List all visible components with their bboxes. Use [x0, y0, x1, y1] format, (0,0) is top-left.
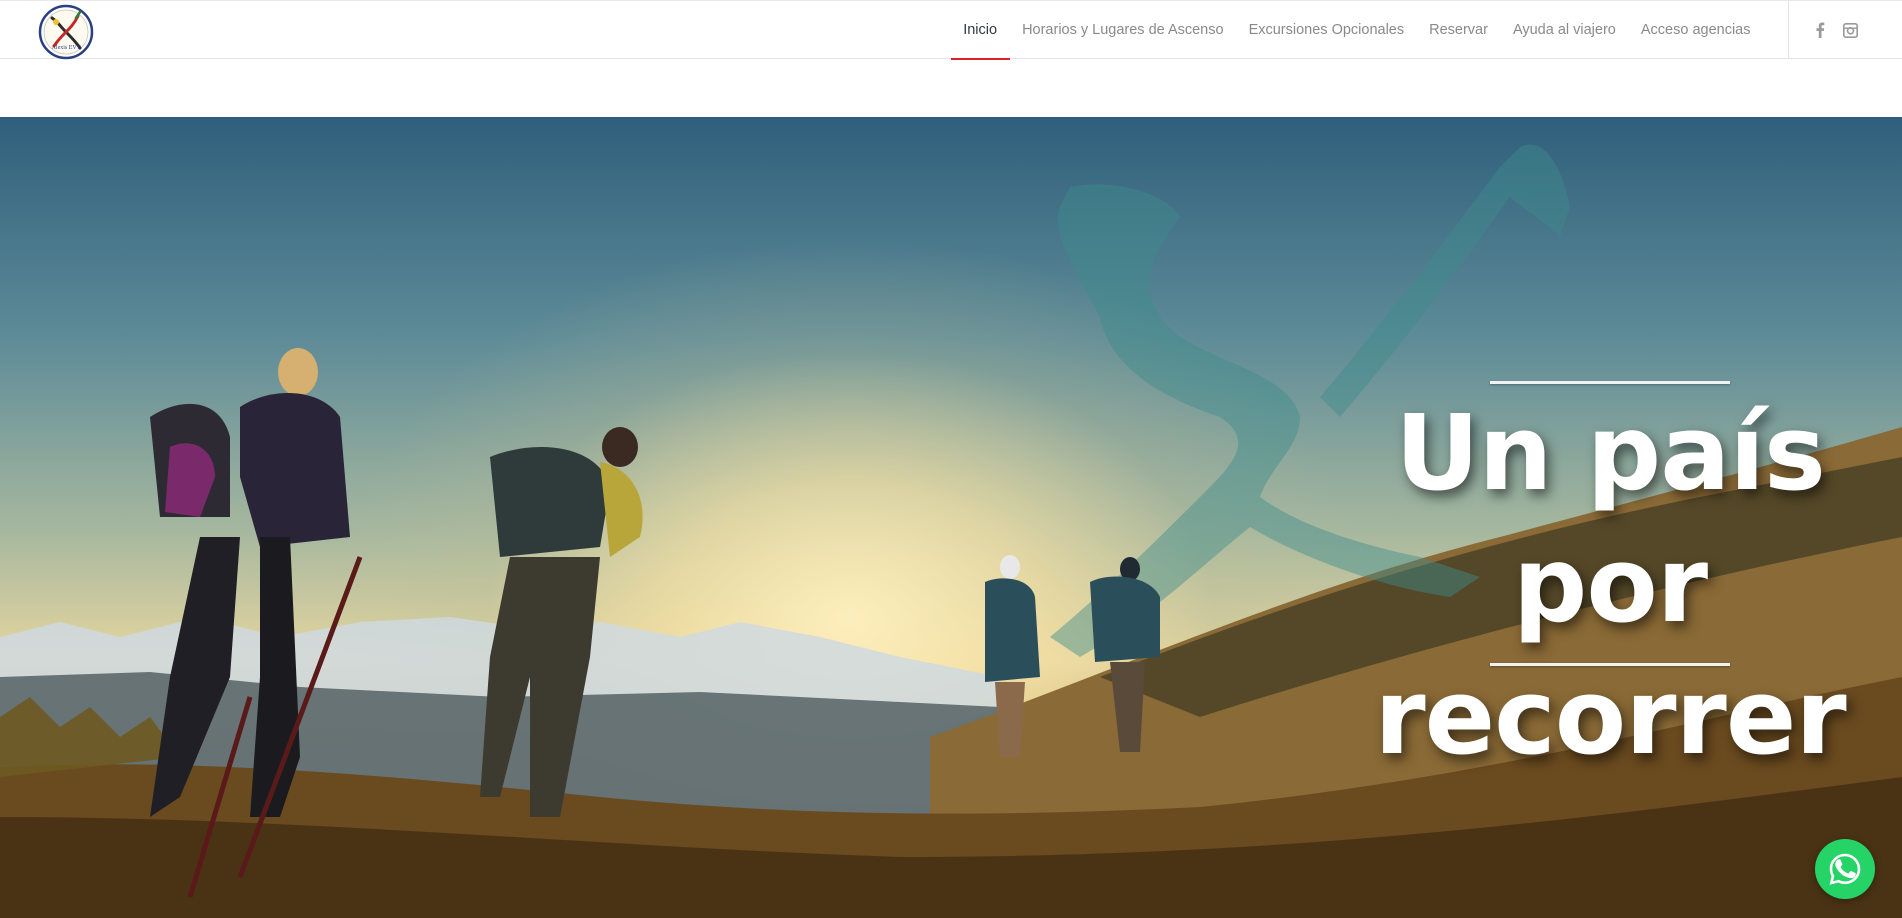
hero-title-line-2: recorrer — [1374, 656, 1846, 778]
main-nav: Inicio Horarios y Lugares de Ascenso Exc… — [950, 1, 1763, 60]
nav-item-agencias[interactable]: Acceso agencias — [1628, 1, 1763, 59]
watermark-pole — [1320, 144, 1570, 417]
site-header: Alexis EVT Inicio Horarios y Lugares de … — [0, 0, 1902, 60]
hero-title: Un país por recorrer — [1300, 387, 1902, 783]
nav-item-horarios[interactable]: Horarios y Lugares de Ascenso — [1010, 1, 1237, 59]
logo-emblem: Alexis EVT — [38, 4, 94, 60]
hero-banner: Un país por recorrer — [0, 117, 1902, 918]
title-rule-top — [1490, 381, 1730, 384]
nav-item-ayuda[interactable]: Ayuda al viajero — [1500, 1, 1628, 59]
nav-item-excursiones[interactable]: Excursiones Opcionales — [1236, 1, 1417, 59]
svg-text:Alexis EVT: Alexis EVT — [52, 45, 81, 51]
nav-item-reservar[interactable]: Reservar — [1417, 1, 1501, 59]
whatsapp-button[interactable] — [1815, 839, 1875, 899]
title-rule-bottom — [1490, 663, 1730, 666]
instagram-icon[interactable] — [1838, 18, 1862, 42]
hero-title-line-1: Un país por — [1395, 392, 1826, 646]
whatsapp-icon — [1829, 853, 1861, 885]
nav-divider — [1788, 1, 1789, 59]
nav-item-inicio[interactable]: Inicio — [950, 1, 1010, 60]
facebook-icon[interactable] — [1808, 18, 1832, 42]
site-logo[interactable]: Alexis EVT — [38, 4, 94, 60]
